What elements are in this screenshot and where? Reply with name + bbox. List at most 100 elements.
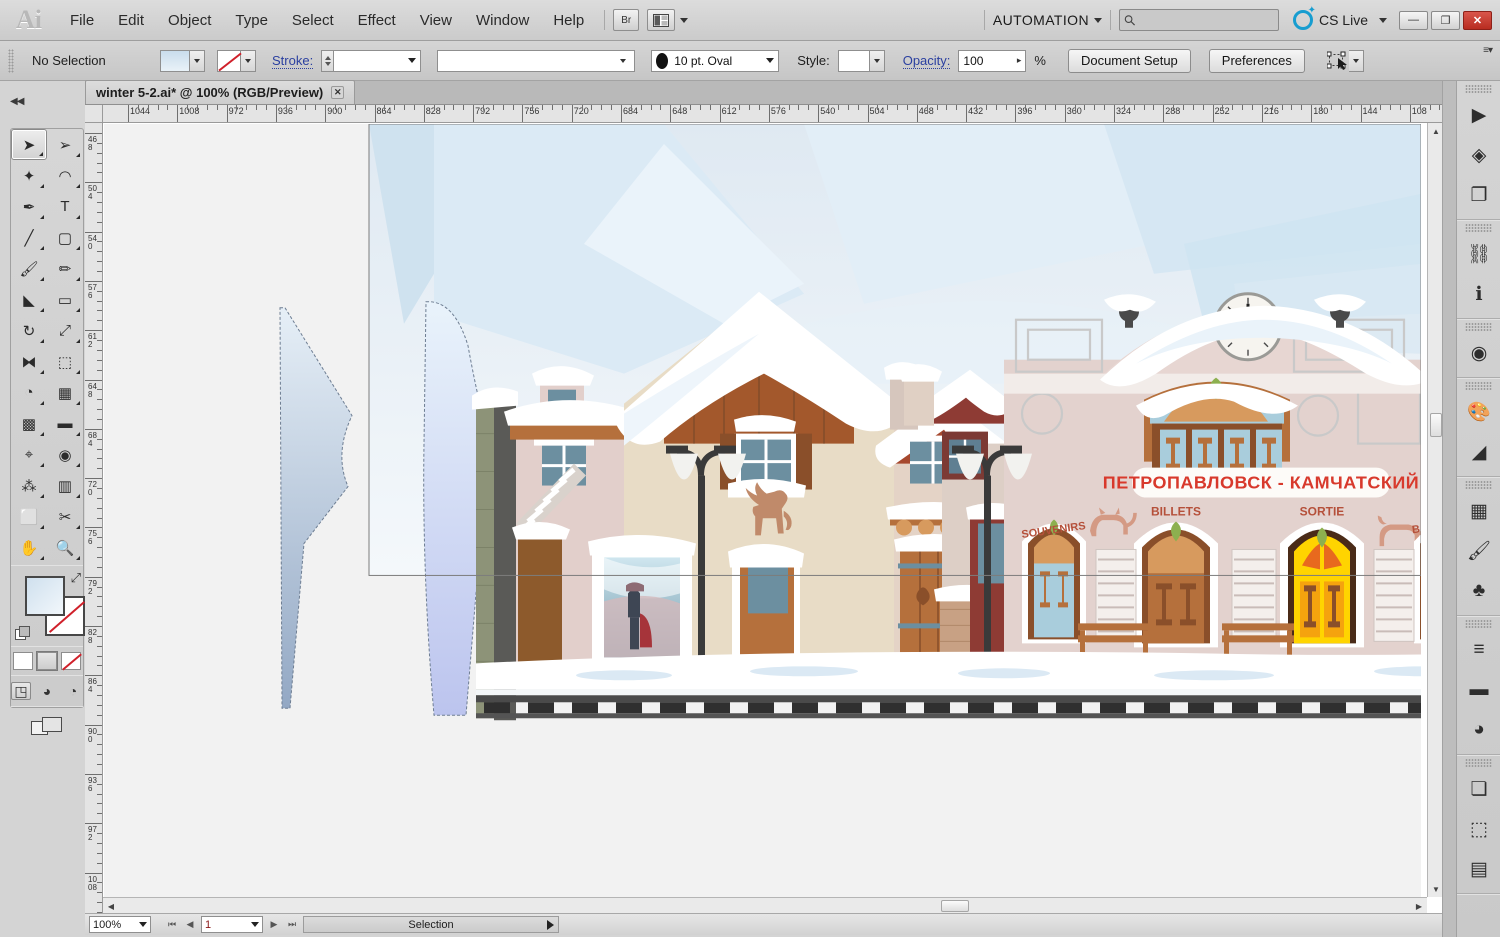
default-fill-stroke-icon[interactable]: [15, 626, 30, 640]
previous-artboard-button[interactable]: ◀: [183, 916, 197, 933]
minimize-button[interactable]: —: [1399, 10, 1428, 30]
stroke-profile-dropdown-icon[interactable]: [615, 50, 630, 72]
rotate-tool[interactable]: ↻: [11, 315, 47, 346]
pathfinder-panel-icon[interactable]: ▤: [1457, 849, 1500, 889]
scale-tool[interactable]: ⤢: [47, 315, 83, 346]
hand-tool[interactable]: ✋: [11, 532, 47, 563]
brush-definition-field[interactable]: 10 pt. Oval: [651, 49, 780, 72]
gradient-tool[interactable]: ▬: [47, 408, 83, 439]
actions-panel-icon[interactable]: ▶: [1457, 95, 1500, 135]
links-panel-icon[interactable]: ⛓: [1457, 234, 1500, 274]
draw-inside-button[interactable]: ◔: [63, 682, 83, 700]
color-mode-button[interactable]: [13, 652, 33, 670]
arrange-chevron-down-icon[interactable]: [680, 17, 689, 23]
menu-view[interactable]: View: [408, 0, 464, 41]
close-button[interactable]: ✕: [1463, 10, 1492, 30]
slice-tool[interactable]: ✂: [47, 501, 83, 532]
paintbrush-tool[interactable]: 🖌: [11, 253, 47, 284]
draw-normal-button[interactable]: ◳: [11, 682, 31, 700]
first-artboard-button[interactable]: ⏮: [165, 916, 179, 933]
none-mode-button[interactable]: [61, 652, 81, 670]
perspective-grid-tool[interactable]: ▦: [47, 377, 83, 408]
menu-file[interactable]: File: [58, 0, 106, 41]
draw-behind-button[interactable]: ◕: [37, 682, 57, 700]
eraser-tool[interactable]: ▭: [47, 284, 83, 315]
eyedropper-tool[interactable]: ⌖: [11, 439, 47, 470]
transform-control[interactable]: [1326, 49, 1364, 72]
tools-collapse-icon[interactable]: ◀◀: [10, 96, 24, 107]
fill-color-box[interactable]: [25, 576, 65, 616]
status-indicator[interactable]: Selection: [303, 916, 559, 933]
shape-builder-tool[interactable]: ◔: [11, 377, 47, 408]
artboards-panel-icon[interactable]: ❐: [1457, 175, 1500, 215]
zoom-tool[interactable]: 🔍: [47, 532, 83, 563]
panel-group-grip[interactable]: [1465, 323, 1492, 331]
brushes-panel-icon[interactable]: 🖌: [1457, 531, 1500, 571]
swap-fill-stroke-icon[interactable]: ⤢: [71, 570, 81, 586]
column-graph-tool[interactable]: ▥: [47, 470, 83, 501]
color-guide-panel-icon[interactable]: ◢: [1457, 432, 1500, 472]
panel-group-grip[interactable]: [1465, 85, 1492, 93]
stroke-weight-field[interactable]: [333, 49, 422, 72]
last-artboard-button[interactable]: ⏭: [285, 916, 299, 933]
opacity-label[interactable]: Opacity:: [902, 53, 951, 69]
scroll-down-icon[interactable]: ▼: [1430, 883, 1442, 895]
stroke-color-control[interactable]: [217, 49, 256, 72]
align-panel-icon[interactable]: ❏: [1457, 769, 1500, 809]
swatches-panel-icon[interactable]: ▦: [1457, 491, 1500, 531]
horizontal-ruler[interactable]: 1044 1008 972 936 900 864 828 792 756 720 684 648 61…: [103, 105, 1443, 123]
stroke-label[interactable]: Stroke:: [272, 53, 314, 69]
transparency-panel-icon[interactable]: ◕: [1457, 710, 1500, 750]
rectangle-tool[interactable]: ▢: [47, 222, 83, 253]
opacity-slider-icon[interactable]: ▸: [1017, 55, 1022, 66]
free-transform-tool[interactable]: ⬚: [47, 346, 83, 377]
width-tool[interactable]: ⧓: [11, 346, 47, 377]
transform-panel-icon[interactable]: ⬚: [1457, 809, 1500, 849]
change-screen-mode-icon[interactable]: [30, 715, 64, 737]
menu-object[interactable]: Object: [156, 0, 223, 41]
vertical-scroll-thumb[interactable]: [1430, 413, 1442, 437]
layers-panel-icon[interactable]: ◈: [1457, 135, 1500, 175]
vertical-ruler[interactable]: 468 504 540 576 612 648 684 720 756 792 828 864 900 9…: [85, 123, 103, 935]
menu-edit[interactable]: Edit: [106, 0, 156, 41]
pen-tool[interactable]: ✒: [11, 191, 47, 222]
fill-color-control[interactable]: [160, 49, 205, 72]
stroke-dropdown-icon[interactable]: [241, 49, 256, 72]
restore-button[interactable]: ❐: [1431, 10, 1460, 30]
horizontal-scrollbar[interactable]: ◀ ▶: [103, 897, 1427, 913]
panel-group-grip[interactable]: [1465, 759, 1492, 767]
symbol-sprayer-tool[interactable]: ⁂: [11, 470, 47, 501]
scroll-right-icon[interactable]: ▶: [1413, 900, 1425, 912]
next-artboard-button[interactable]: ▶: [267, 916, 281, 933]
direct-selection-tool[interactable]: ➢: [47, 129, 83, 160]
vertical-scrollbar[interactable]: ▲ ▼: [1427, 123, 1443, 897]
zoom-level-field[interactable]: 100%: [89, 916, 151, 933]
panel-group-grip[interactable]: [1465, 224, 1492, 232]
color-panel-icon[interactable]: 🎨: [1457, 392, 1500, 432]
cs-live-button[interactable]: CS Live: [1292, 5, 1387, 30]
control-bar-menu-icon[interactable]: ≡▾: [1483, 45, 1493, 56]
graphic-style-dropdown-icon[interactable]: [869, 49, 885, 72]
scroll-up-icon[interactable]: ▲: [1430, 125, 1442, 137]
menu-window[interactable]: Window: [464, 0, 541, 41]
menu-select[interactable]: Select: [280, 0, 346, 41]
scroll-left-icon[interactable]: ◀: [105, 900, 117, 912]
menu-type[interactable]: Type: [223, 0, 280, 41]
stroke-profile-field[interactable]: [437, 49, 636, 72]
horizontal-scroll-thumb[interactable]: [941, 900, 969, 912]
stroke-weight-stepper[interactable]: [321, 49, 334, 72]
document-info-panel-icon[interactable]: ℹ: [1457, 274, 1500, 314]
arrange-documents-button[interactable]: [647, 9, 676, 31]
workspace-switcher[interactable]: AUTOMATION: [993, 12, 1102, 28]
stroke-swatch[interactable]: [217, 49, 241, 72]
magic-wand-tool[interactable]: ✦: [11, 160, 47, 191]
dock-edge[interactable]: [1442, 81, 1456, 937]
document-tab[interactable]: winter 5-2.ai* @ 100% (RGB/Preview) ✕: [85, 80, 356, 104]
panel-group-grip[interactable]: [1465, 481, 1492, 489]
selection-tool[interactable]: ➤: [11, 129, 47, 160]
stroke-panel-icon[interactable]: ≡: [1457, 630, 1500, 670]
artboard-canvas[interactable]: ПЕТРОПАВЛОВСК - КАМЧАТСКИЙ SOUVENIRS BIL…: [104, 124, 1421, 913]
ruler-corner[interactable]: [85, 105, 103, 123]
graphic-style-field[interactable]: [837, 49, 870, 72]
artboard-number-field[interactable]: 1: [201, 916, 263, 933]
